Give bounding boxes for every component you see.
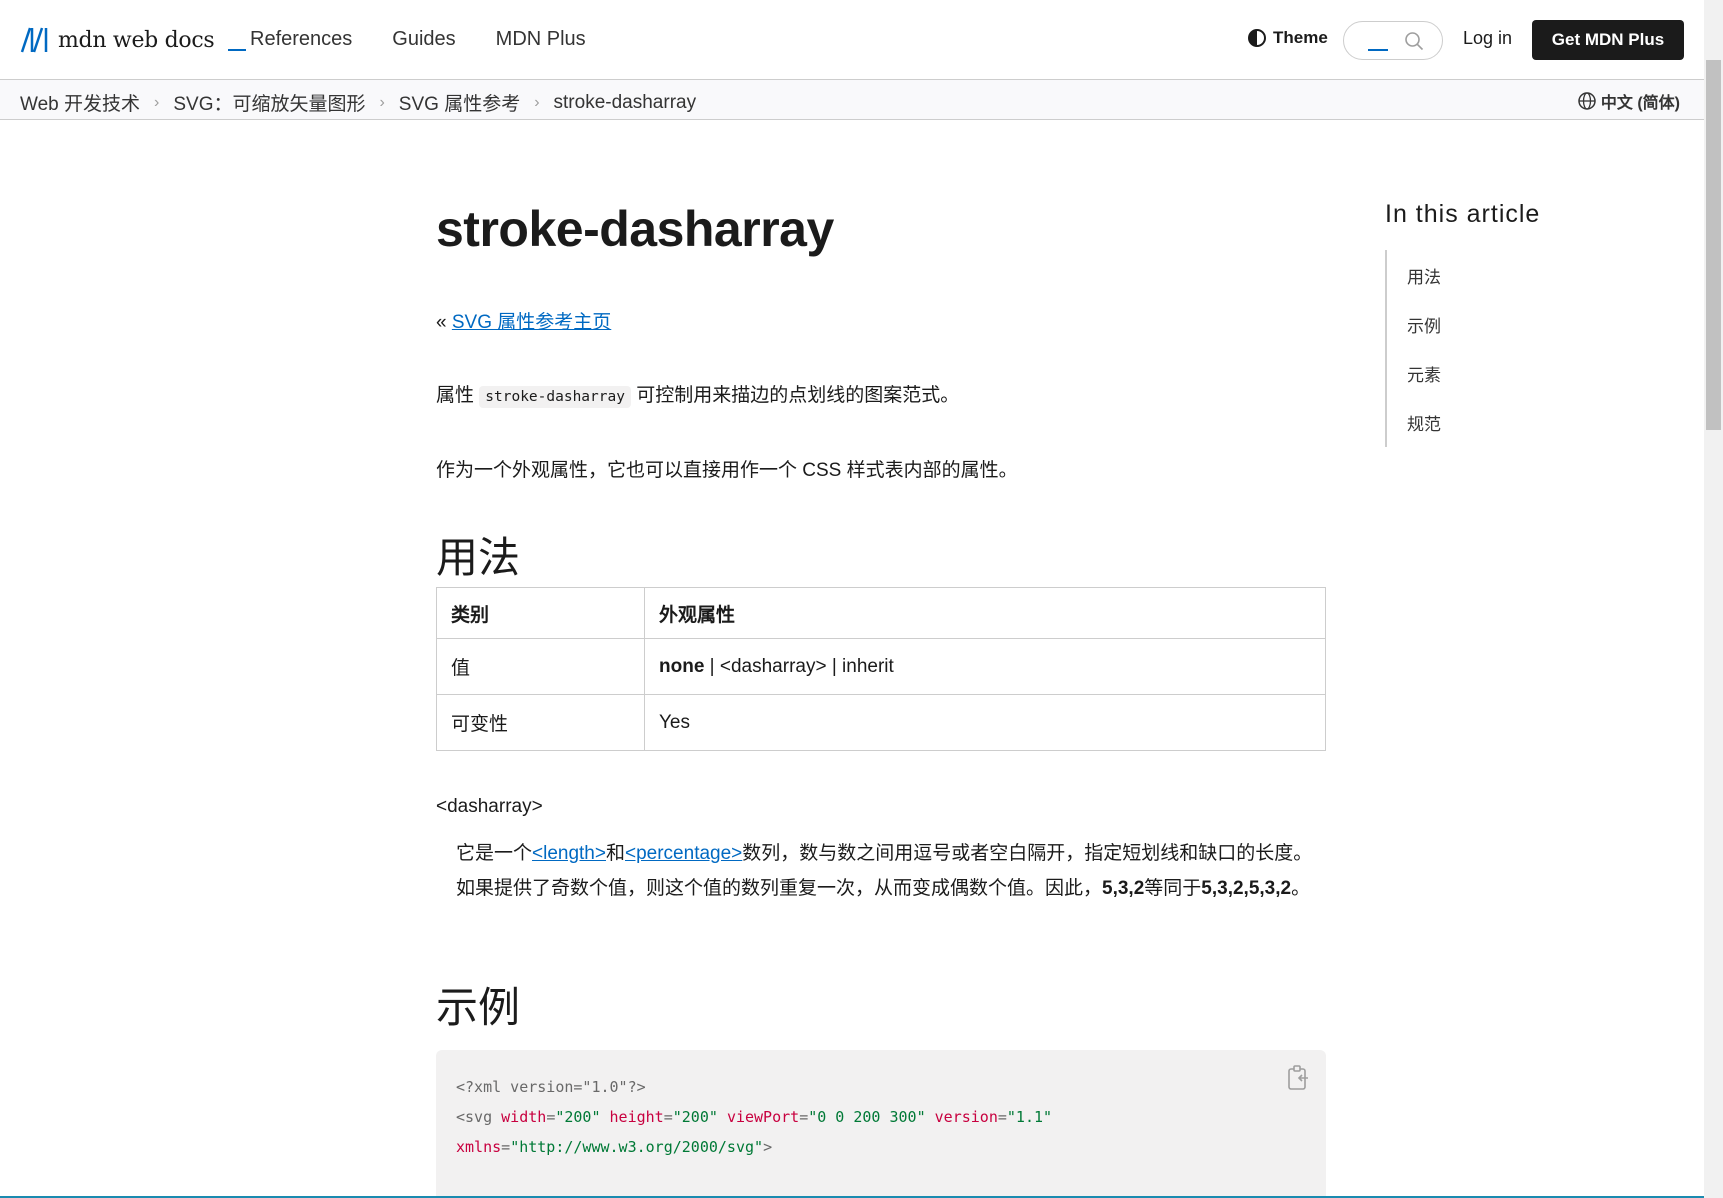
nav-mdn-plus[interactable]: MDN Plus: [496, 28, 586, 51]
breadcrumb-item-web[interactable]: Web 开发技术: [20, 89, 140, 116]
language-label: 中文 (简体): [1600, 95, 1680, 112]
toc-item-usage[interactable]: 用法: [1407, 250, 1441, 299]
globe-icon: [1578, 92, 1596, 110]
nav-references[interactable]: References: [250, 28, 352, 51]
code-line-1: <?xml version="1.0"?>: [456, 1072, 1306, 1102]
code-attr: xmlns: [456, 1138, 502, 1156]
code-attr: width: [501, 1108, 547, 1126]
code-string: "1.1": [1006, 1108, 1053, 1126]
table-cell-value: Yes: [644, 694, 1326, 751]
breadcrumb: Web 开发技术 › SVG：可缩放矢量图形 › SVG 属性参考 › stro…: [20, 89, 696, 116]
presentation-paragraph: 作为一个外观属性，它也可以直接用作一个 CSS 样式表内部的属性。: [436, 460, 1018, 481]
scrollbar-thumb[interactable]: [1706, 60, 1721, 430]
logo-text: mdn web docs: [58, 27, 215, 53]
intro-post: 可控制用来描边的点划线的图案范式。: [630, 385, 960, 406]
dd-bold-1: 5,3,2: [1102, 878, 1145, 899]
table-row: 可变性 Yes: [436, 694, 1326, 751]
toc-item-example[interactable]: 示例: [1407, 299, 1441, 348]
breadcrumb-bar: Web 开发技术 › SVG：可缩放矢量图形 › SVG 属性参考 › stro…: [0, 80, 1704, 120]
mdn-logo-icon: [20, 27, 48, 53]
code-line-3: xmlns="http://www.w3.org/2000/svg">: [456, 1138, 773, 1156]
copy-icon[interactable]: [1286, 1064, 1312, 1092]
code-attr: height: [609, 1108, 664, 1126]
chevron-right-icon: ›: [379, 93, 385, 111]
breadcrumb-item-current[interactable]: stroke-dasharray: [554, 92, 697, 114]
dd-post2: 等同于: [1144, 878, 1202, 899]
code-string: "200": [672, 1108, 718, 1126]
dd-end: 。: [1291, 878, 1311, 899]
length-link[interactable]: <length>: [532, 843, 606, 864]
theme-label: Theme: [1273, 28, 1328, 47]
theme-icon: [1248, 29, 1266, 47]
code-pi: <?xml version="1.0"?>: [456, 1078, 646, 1096]
dd-pre: 它是一个: [456, 843, 533, 864]
code-string: "0 0 200 300": [808, 1108, 926, 1126]
search-input[interactable]: [1343, 21, 1443, 60]
table-cell-value: none | <dasharray> | inherit: [644, 638, 1326, 695]
dd-bold-2: 5,3,2,5,3,2: [1201, 878, 1292, 899]
top-navigation: mdn web docs References Guides MDN Plus …: [0, 0, 1704, 80]
table-row: 值 none | <dasharray> | inherit: [436, 638, 1326, 695]
back-line: « SVG 属性参考主页: [436, 307, 611, 334]
value-rest: Yes: [659, 711, 690, 733]
table-of-contents: In this article 用法 示例 元素 规范: [1385, 200, 1685, 447]
search-icon[interactable]: [1404, 31, 1424, 51]
code-example: <?xml version="1.0"?> <svg width="200" h…: [436, 1050, 1326, 1198]
percentage-link[interactable]: <percentage>: [625, 843, 742, 864]
definition-term: <dasharray>: [436, 796, 543, 817]
table-header-cell: 外观属性: [644, 587, 1326, 639]
code-tag: <svg: [456, 1108, 493, 1126]
usage-table: 类别 外观属性 值 none | <dasharray> | inherit 可…: [436, 587, 1326, 751]
toc-title: In this article: [1385, 200, 1541, 228]
login-link[interactable]: Log in: [1463, 28, 1512, 49]
intro-pre: 属性: [436, 385, 480, 406]
language-switcher[interactable]: 中文 (简体): [1577, 89, 1680, 113]
definition-description: 它是一个<length>和<percentage>数列，数与数之间用逗号或者空白…: [456, 836, 1326, 906]
intro-code: stroke-dasharray: [479, 386, 631, 408]
mdn-logo-link[interactable]: mdn web docs: [20, 26, 247, 54]
toc-item-specifications[interactable]: 规范: [1407, 397, 1441, 446]
code-line-2: <svg width="200" height="200" viewPort="…: [456, 1108, 1053, 1126]
search-caret: [1368, 49, 1388, 51]
heading-usage: 用法: [436, 534, 521, 581]
code-string: "200": [555, 1108, 601, 1126]
heading-example: 示例: [436, 984, 521, 1031]
page-title: stroke-dasharray: [436, 201, 834, 257]
code-string: "http://www.w3.org/2000/svg": [510, 1138, 764, 1156]
nav-guides[interactable]: Guides: [392, 28, 455, 51]
back-prefix: «: [436, 312, 452, 333]
code-attr: version: [934, 1108, 998, 1126]
theme-button[interactable]: Theme: [1247, 28, 1328, 48]
chevron-right-icon: ›: [534, 93, 540, 111]
chevron-right-icon: ›: [154, 93, 160, 111]
logo-cursor: [228, 49, 247, 51]
value-none: none: [659, 655, 705, 677]
value-rest: | <dasharray> | inherit: [704, 655, 894, 677]
get-mdn-plus-button[interactable]: Get MDN Plus: [1532, 20, 1684, 60]
main-nav: References Guides MDN Plus: [250, 28, 586, 51]
toc-item-elements[interactable]: 元素: [1407, 348, 1441, 397]
table-cell-label: 值: [436, 638, 645, 695]
code-tag-close: >: [763, 1138, 773, 1156]
back-link[interactable]: SVG 属性参考主页: [452, 312, 611, 333]
dd-mid: 和: [605, 843, 625, 864]
vertical-scrollbar[interactable]: [1704, 0, 1723, 1198]
table-header-row: 类别 外观属性: [436, 587, 1326, 639]
breadcrumb-item-svg[interactable]: SVG：可缩放矢量图形: [173, 89, 365, 116]
table-cell-label: 可变性: [436, 694, 645, 751]
breadcrumb-item-svg-attributes[interactable]: SVG 属性参考: [399, 89, 520, 116]
intro-paragraph: 属性 stroke-dasharray 可控制用来描边的点划线的图案范式。: [436, 380, 960, 408]
table-header-cell: 类别: [436, 587, 645, 639]
code-attr: viewPort: [726, 1108, 800, 1126]
toc-list: 用法 示例 元素 规范: [1385, 250, 1441, 447]
